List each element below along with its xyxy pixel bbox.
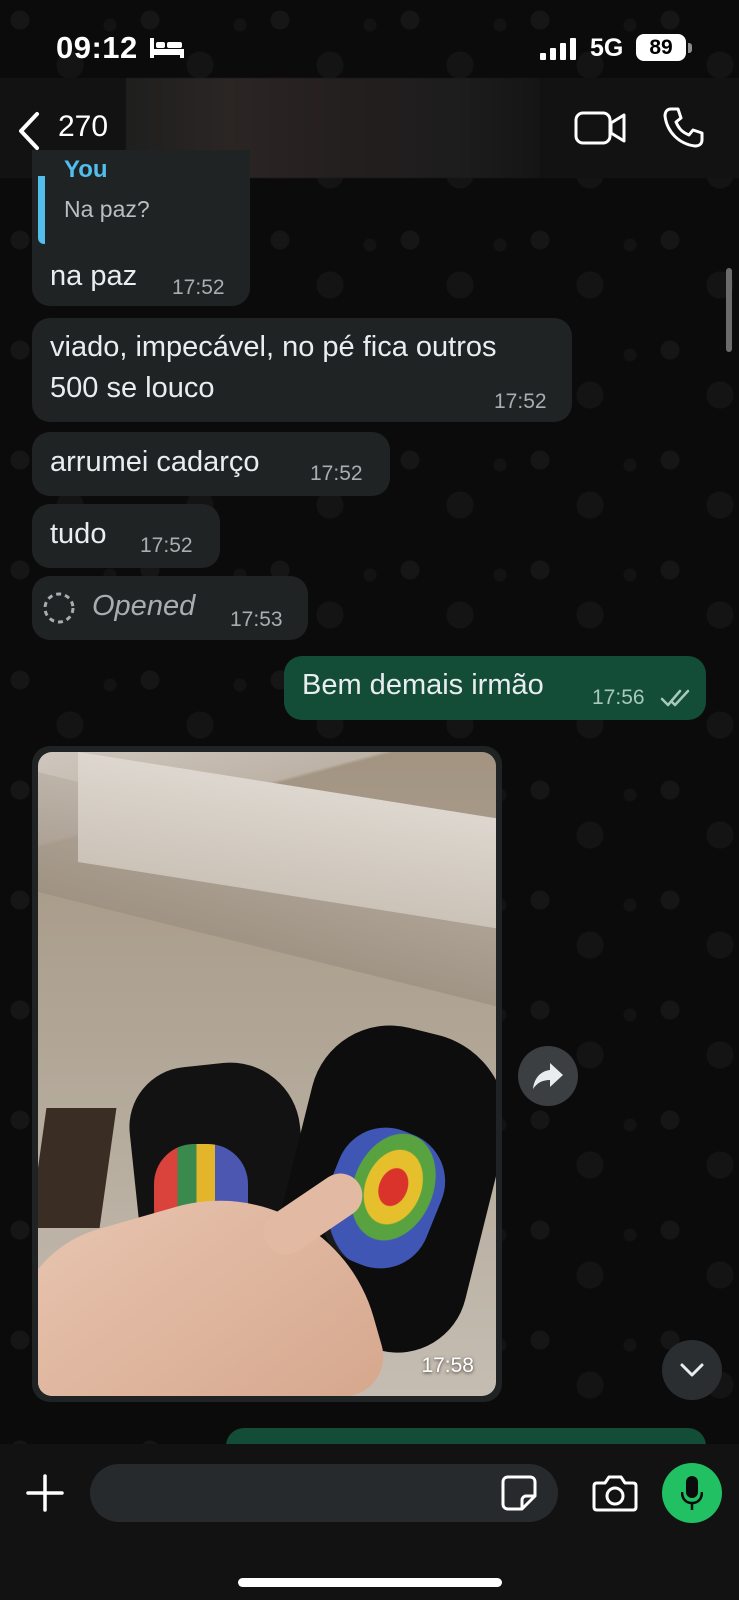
composer-bar bbox=[0, 1444, 739, 1600]
view-once-message[interactable]: Opened 17:53 bbox=[32, 576, 308, 640]
video-call-icon[interactable] bbox=[574, 110, 626, 146]
message-text: Bem demais irmão bbox=[302, 669, 544, 701]
message-input[interactable] bbox=[90, 1464, 558, 1522]
battery-tip bbox=[688, 43, 692, 53]
message-bubble[interactable]: tudo 17:52 bbox=[32, 504, 220, 568]
message-time: 17:56 bbox=[592, 686, 645, 709]
photo-post bbox=[38, 1108, 117, 1228]
view-once-status: Opened bbox=[92, 590, 196, 622]
message-time: 17:52 bbox=[310, 462, 363, 485]
view-once-opened-icon bbox=[43, 592, 75, 624]
message-time: 17:53 bbox=[230, 608, 283, 631]
message-time: 17:52 bbox=[172, 276, 225, 299]
scroll-to-bottom-button[interactable] bbox=[662, 1340, 722, 1400]
quoted-text[interactable]: Na paz? bbox=[64, 196, 150, 223]
forward-icon bbox=[533, 1063, 563, 1089]
forward-button[interactable] bbox=[518, 1046, 578, 1106]
message-text: na paz bbox=[50, 260, 138, 292]
voice-call-icon[interactable] bbox=[662, 106, 704, 148]
home-indicator bbox=[238, 1578, 502, 1587]
sticker-icon[interactable] bbox=[500, 1474, 538, 1512]
message-text-line: viado, impecável, no pé fica outros bbox=[50, 331, 497, 363]
quote-accent-bar bbox=[38, 176, 45, 244]
bed-icon bbox=[150, 38, 184, 58]
signal-icon bbox=[540, 38, 576, 60]
shoe-photo[interactable]: 17:58 bbox=[38, 752, 496, 1396]
quoted-author: You bbox=[64, 156, 108, 183]
image-time: 17:58 bbox=[421, 1354, 474, 1377]
network-type: 5G bbox=[590, 34, 624, 62]
camera-icon[interactable] bbox=[592, 1474, 638, 1512]
message-bubble[interactable]: arrumei cadarço 17:52 bbox=[32, 432, 390, 496]
unread-count[interactable]: 270 bbox=[58, 110, 108, 144]
message-time: 17:52 bbox=[494, 390, 547, 413]
message-text: arrumei cadarço bbox=[50, 446, 260, 478]
mic-icon bbox=[681, 1476, 703, 1510]
message-bubble[interactable]: viado, impecável, no pé fica outros 500 … bbox=[32, 318, 572, 422]
battery-level: 89 bbox=[636, 34, 686, 61]
message-time: 17:52 bbox=[140, 534, 193, 557]
back-icon[interactable] bbox=[16, 111, 42, 151]
scroll-indicator[interactable] bbox=[726, 268, 732, 352]
message-text: tudo bbox=[50, 518, 107, 550]
mic-button[interactable] bbox=[662, 1463, 722, 1523]
read-receipt-icon bbox=[660, 689, 690, 707]
chevron-down-icon bbox=[680, 1363, 704, 1377]
image-message-bubble[interactable]: 17:58 bbox=[32, 746, 502, 1402]
message-text-line: 500 se louco bbox=[50, 372, 215, 404]
outgoing-message-bubble[interactable]: Bem demais irmão 17:56 bbox=[284, 656, 706, 720]
status-time: 09:12 bbox=[56, 30, 138, 65]
plus-icon[interactable] bbox=[26, 1474, 64, 1512]
